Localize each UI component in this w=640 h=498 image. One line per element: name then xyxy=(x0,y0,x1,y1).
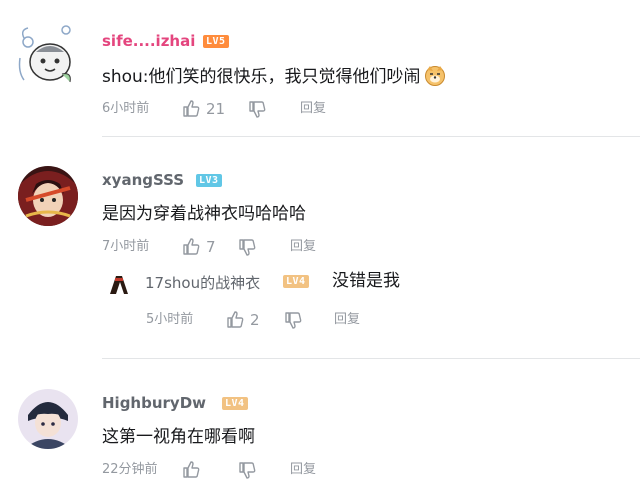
user-level-badge: LV4 xyxy=(283,275,309,288)
like-count: 7 xyxy=(206,238,216,256)
comment-meta: 6小时前 21 回复 xyxy=(102,99,362,119)
thumb-down-icon[interactable] xyxy=(238,460,258,480)
reply-avatar[interactable] xyxy=(106,270,132,296)
comment-time: 7小时前 xyxy=(102,239,150,254)
user-avatar[interactable] xyxy=(18,389,78,449)
user-level-badge: LV3 xyxy=(196,174,222,187)
comment-username[interactable]: sife....izhai xyxy=(102,32,195,50)
user-level-badge: LV5 xyxy=(203,35,229,48)
reply-button[interactable]: 回复 xyxy=(290,460,316,480)
thumb-down-icon[interactable] xyxy=(248,99,268,119)
like-count: 21 xyxy=(206,100,226,118)
user-avatar[interactable] xyxy=(14,18,84,88)
user-level-badge: LV4 xyxy=(222,397,248,410)
comment-divider xyxy=(102,136,640,137)
comment-text: shou:他们笑的很快乐，我只觉得他们吵闹 xyxy=(102,64,446,88)
comment-username[interactable]: xyangSSS xyxy=(102,171,184,189)
thumb-up-icon[interactable] xyxy=(182,460,202,480)
reply-button[interactable]: 回复 xyxy=(334,310,360,330)
comment-time: 6小时前 xyxy=(102,101,150,116)
thumb-up-icon[interactable] xyxy=(182,99,202,119)
thumb-up-icon[interactable] xyxy=(182,237,202,257)
comment-username[interactable]: HighburyDw xyxy=(102,394,206,412)
thumb-down-icon[interactable] xyxy=(284,310,304,330)
reply-button[interactable]: 回复 xyxy=(300,99,326,119)
comment-text-content: shou:他们笑的很快乐，我只觉得他们吵闹 xyxy=(102,67,421,87)
user-avatar[interactable] xyxy=(18,166,78,226)
reply-meta: 5小时前 2 回复 xyxy=(146,310,386,330)
comment-meta: 22分钟前 回复 xyxy=(102,460,362,480)
doge-icon xyxy=(424,64,446,86)
thumb-up-icon[interactable] xyxy=(226,310,246,330)
reply-text: 没错是我 xyxy=(332,271,400,291)
reply-button[interactable]: 回复 xyxy=(290,237,316,257)
comment-text: 这第一视角在哪看啊 xyxy=(102,427,255,447)
reply-username[interactable]: 17shou的战神衣 xyxy=(145,272,260,293)
comment-time: 22分钟前 xyxy=(102,462,158,477)
like-count: 2 xyxy=(250,311,260,329)
comment-divider xyxy=(102,358,640,359)
comment-text: 是因为穿着战神衣吗哈哈哈 xyxy=(102,204,306,224)
reply-time: 5小时前 xyxy=(146,312,194,327)
thumb-down-icon[interactable] xyxy=(238,237,258,257)
comment-meta: 7小时前 7 回复 xyxy=(102,237,362,257)
